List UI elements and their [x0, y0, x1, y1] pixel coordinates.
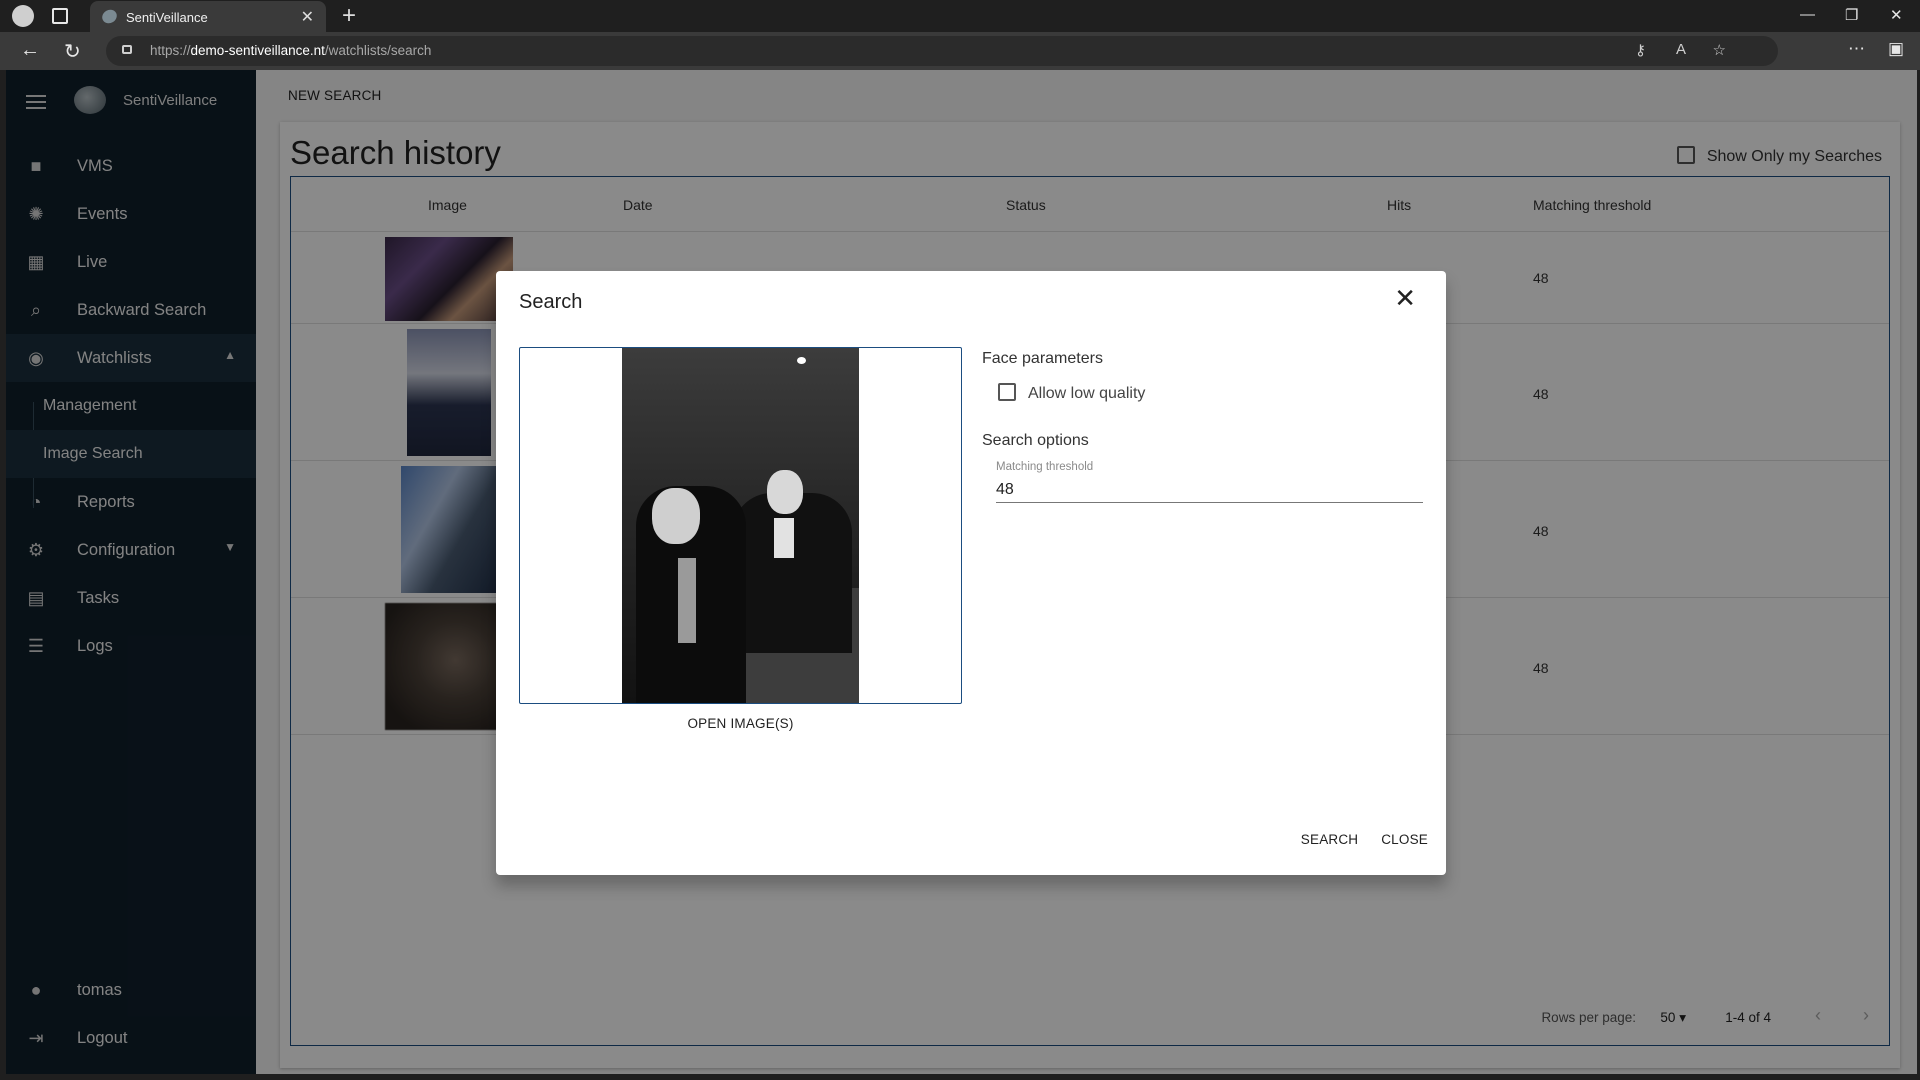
open-images-button[interactable]: OPEN IMAGE(S)	[519, 716, 962, 731]
url-text: https://demo-sentiveillance.nt/watchlist…	[150, 43, 432, 58]
app: SentiVeillance ■ VMS ✺ Events ▦ Live ⌕ B…	[6, 70, 1917, 1074]
profile-avatar-icon[interactable]	[12, 5, 34, 27]
new-tab-icon[interactable]: +	[342, 2, 356, 30]
browser-tabstrip: SentiVeillance ✕ + — ❐ ✕	[0, 0, 1920, 32]
favicon-icon	[99, 7, 120, 26]
checkbox-icon	[998, 383, 1016, 401]
close-icon[interactable]: ✕	[1394, 285, 1416, 311]
dialog-actions: SEARCH CLOSE	[1282, 832, 1428, 847]
allow-low-quality-checkbox[interactable]: Allow low quality	[998, 383, 1145, 403]
matching-threshold-label: Matching threshold	[996, 461, 1094, 473]
image-dropzone[interactable]	[519, 347, 962, 704]
sidebar-toggle-icon[interactable]: ▣	[1888, 39, 1904, 59]
lock-icon	[122, 45, 132, 54]
key-icon[interactable]: ⚷	[1635, 41, 1646, 59]
browser-tab[interactable]: SentiVeillance ✕	[90, 1, 326, 32]
search-dialog: Search ✕ OPEN IMAGE(S) Face parameters A…	[496, 271, 1446, 875]
tab-close-icon[interactable]: ✕	[301, 7, 314, 27]
more-menu-icon[interactable]: ⋯	[1848, 39, 1865, 59]
face-parameters-heading: Face parameters	[982, 350, 1103, 367]
reload-icon[interactable]: ↻	[64, 39, 81, 64]
matching-threshold-input[interactable]	[996, 477, 1423, 503]
read-aloud-icon[interactable]: A	[1676, 41, 1686, 58]
restore-icon[interactable]: ❐	[1845, 6, 1858, 24]
tab-actions-icon[interactable]	[52, 8, 68, 24]
search-options-heading: Search options	[982, 432, 1089, 449]
back-icon[interactable]: ←	[20, 39, 40, 62]
search-button[interactable]: SEARCH	[1301, 832, 1358, 847]
favorite-star-icon[interactable]: ☆	[1713, 41, 1726, 59]
close-button[interactable]: CLOSE	[1381, 832, 1428, 847]
minimize-icon[interactable]: —	[1800, 6, 1815, 23]
dialog-title: Search	[519, 291, 583, 313]
close-window-icon[interactable]: ✕	[1890, 6, 1903, 24]
address-bar: ← ↻ https://demo-sentiveillance.nt/watch…	[0, 32, 1920, 70]
query-image	[622, 348, 859, 703]
tab-title: SentiVeillance	[126, 10, 208, 25]
checkbox-label: Allow low quality	[1028, 385, 1146, 402]
url-field[interactable]: https://demo-sentiveillance.nt/watchlist…	[106, 36, 1778, 66]
